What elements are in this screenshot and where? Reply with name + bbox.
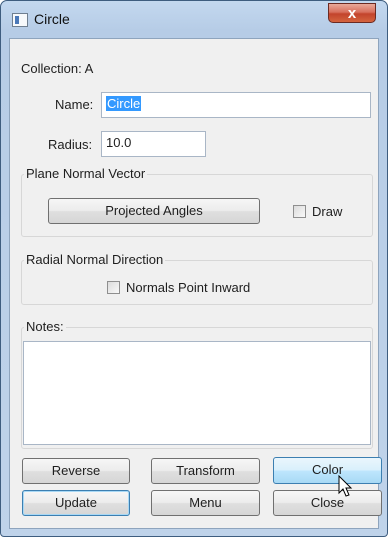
name-value: Circle: [106, 96, 142, 111]
title-bar[interactable]: Circle x: [1, 1, 387, 38]
color-button[interactable]: Color: [273, 457, 382, 484]
radial-normal-group-label: Radial Normal Direction: [24, 252, 166, 267]
normals-inward-label: Normals Point Inward: [126, 280, 251, 295]
collection-label: Collection: A: [21, 61, 94, 76]
notes-textarea[interactable]: [23, 341, 371, 445]
reverse-button[interactable]: Reverse: [22, 458, 130, 484]
close-icon: x: [347, 5, 357, 22]
dialog-window: Circle x Collection: A Name: Circle Radi…: [0, 0, 388, 537]
update-button[interactable]: Update: [22, 490, 130, 516]
menu-button[interactable]: Menu: [151, 490, 260, 516]
name-label: Name:: [55, 97, 94, 112]
radius-value: 10.0: [106, 135, 132, 150]
radius-input[interactable]: 10.0: [101, 131, 206, 157]
dialog-content: Collection: A Name: Circle Radius: 10.0 …: [9, 38, 382, 529]
notes-group-label: Notes:: [24, 319, 66, 334]
window-title: Circle: [34, 11, 70, 27]
window-icon: [12, 13, 28, 27]
close-button[interactable]: Close: [273, 490, 382, 516]
mouse-pointer-icon: [338, 475, 353, 497]
close-window-button[interactable]: x: [328, 3, 376, 23]
draw-checkbox[interactable]: [293, 205, 306, 218]
radius-label: Radius:: [48, 137, 93, 152]
name-input[interactable]: Circle: [101, 92, 371, 118]
draw-label: Draw: [312, 204, 343, 219]
plane-normal-group-label: Plane Normal Vector: [24, 166, 148, 181]
transform-button[interactable]: Transform: [151, 458, 260, 484]
projected-angles-button[interactable]: Projected Angles: [48, 198, 260, 224]
normals-inward-checkbox[interactable]: [107, 281, 120, 294]
